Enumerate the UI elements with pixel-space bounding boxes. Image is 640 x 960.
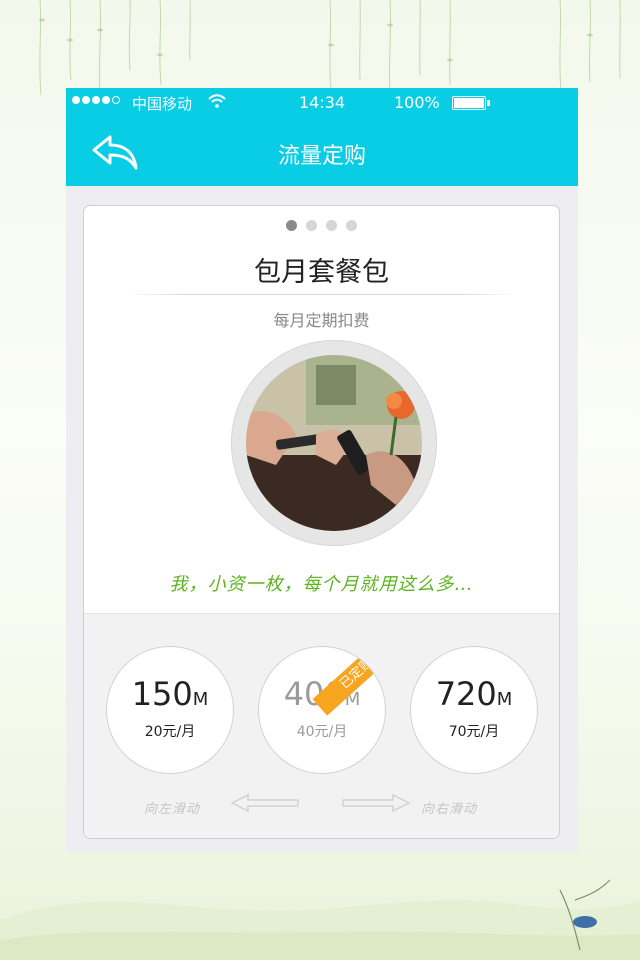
nav-bar: 流量定购 [66, 116, 578, 186]
plan-option-400[interactable]: 400M 40元/月 已定购 [258, 646, 386, 774]
plan-unit: M [192, 689, 209, 710]
plan-price: 40元/月 [296, 724, 348, 740]
right-arrow-icon [342, 793, 411, 813]
people-using-phones-photo [246, 355, 422, 531]
plan-price: 70元/月 [448, 724, 500, 740]
phone-screen: 中国移动 14:34 100% 流量定购 包月套餐包 每月定期扣费 我，小资一枚… [66, 88, 578, 852]
card-subtitle: 每月定期扣费 [273, 311, 370, 330]
landscape-decoration [0, 879, 640, 960]
divider [126, 294, 518, 295]
willow-decoration [39, 0, 621, 96]
page-dot[interactable] [326, 220, 337, 231]
swipe-right-hint: 向右滑动 [421, 802, 478, 817]
status-bar: 中国移动 14:34 100% [66, 88, 578, 116]
plan-options: 150M 20元/月 400M 40元/月 已定购 720M 70元/月 向左滑… [84, 613, 559, 838]
page-dot[interactable] [346, 220, 357, 231]
slogan-text: 我，小资一枚，每个月就用这么多… [169, 574, 474, 595]
plan-option-150[interactable]: 150M 20元/月 [106, 646, 234, 774]
page-dot[interactable] [286, 220, 297, 231]
bird-icon [573, 916, 597, 928]
page-title: 流量定购 [277, 144, 366, 169]
battery-icon [452, 96, 490, 110]
battery-percent: 100% [394, 93, 440, 112]
plan-option-720[interactable]: 720M 70元/月 [410, 646, 538, 774]
plan-size: 150 [131, 675, 193, 713]
plan-price: 20元/月 [144, 724, 196, 740]
photo-frame [231, 340, 437, 546]
page-dot[interactable] [306, 220, 317, 231]
status-time: 14:34 [298, 93, 346, 112]
card-title: 包月套餐包 [254, 257, 389, 288]
left-arrow-icon [230, 793, 299, 813]
page-indicator [84, 220, 559, 231]
plan-unit: M [496, 689, 513, 710]
plan-card: 包月套餐包 每月定期扣费 我，小资一枚，每个月就用这么多… 150M 20元/月… [83, 205, 560, 839]
plan-size: 720 [435, 675, 497, 713]
swipe-left-hint: 向左滑动 [144, 802, 201, 817]
